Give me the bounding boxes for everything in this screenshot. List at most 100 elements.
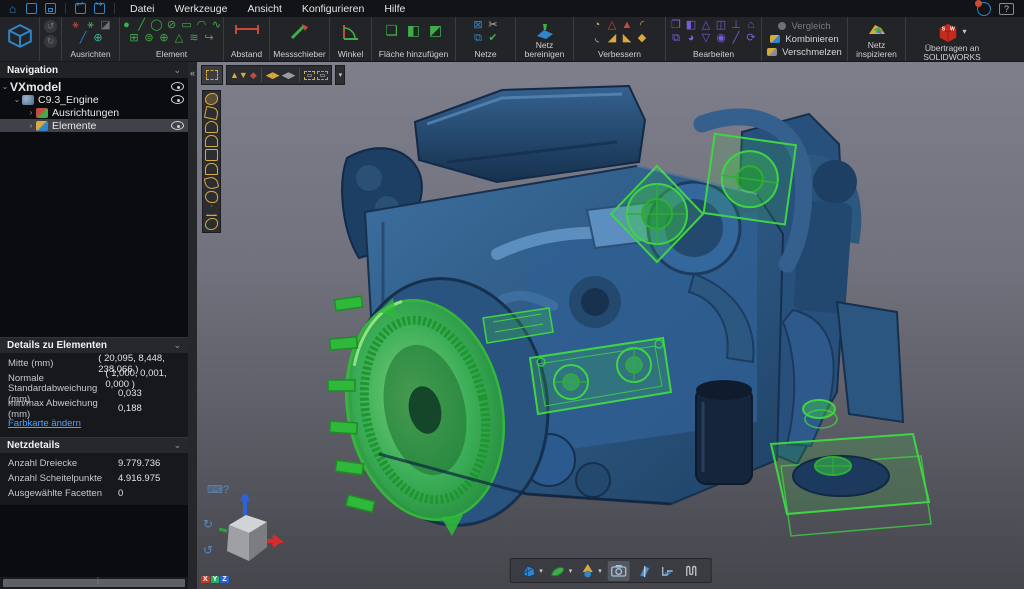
selection-options-caret[interactable]: ▾ — [335, 65, 345, 85]
selection-mode-button[interactable] — [201, 65, 223, 85]
visibility-eye-icon[interactable] — [171, 82, 184, 91]
mesh-details-header[interactable]: Netzdetails ⌄ — [0, 437, 188, 453]
improve-outliers-icon[interactable]: ▲ — [620, 19, 634, 32]
align-entity-icon[interactable]: ⊕ — [91, 32, 105, 45]
visibility-eye-icon[interactable] — [171, 121, 184, 130]
distance-ruler-icon[interactable] — [235, 25, 259, 34]
improve-smooth-icon[interactable]: ◟ — [590, 32, 604, 45]
freeform-select-tool[interactable] — [205, 93, 218, 105]
element-circle-icon[interactable]: ◯ — [150, 19, 164, 32]
element-rectangle-icon[interactable]: ▭ — [180, 19, 194, 32]
collapse-panel-icon[interactable]: « — [188, 68, 197, 78]
improve-decimate-icon[interactable]: ◢ — [605, 32, 619, 45]
align-line-icon[interactable]: ╱ — [76, 32, 90, 45]
view-cube-icon[interactable] — [7, 23, 33, 49]
circle-select-tool[interactable] — [205, 218, 218, 230]
meshdetails-collapse-icon[interactable]: ⌄ — [173, 440, 181, 451]
panel-horizontal-scrollbar[interactable] — [0, 577, 188, 589]
improve-boundary-icon[interactable]: ◜ — [635, 19, 649, 32]
edit-sculpt-icon[interactable]: ◕ — [684, 32, 698, 45]
add-surface-icon[interactable]: ❏ — [385, 24, 399, 37]
edit-remesh-icon[interactable]: ▽ — [699, 32, 713, 45]
dome-select-tool[interactable] — [205, 121, 218, 133]
mesh-delete-icon[interactable]: ⊠ — [471, 19, 485, 32]
tree-item-ausrichtungen[interactable]: › Ausrichtungen — [0, 106, 188, 119]
edit-pen-icon[interactable]: ╱ — [729, 32, 743, 45]
menu-hilfe[interactable]: Hilfe — [375, 1, 414, 17]
select-visible-icon[interactable] — [304, 71, 315, 80]
improve-refine-icon[interactable]: ◣ — [620, 32, 634, 45]
element-planes-icon[interactable]: ≋ — [187, 32, 201, 45]
inspect-mesh-icon[interactable] — [867, 22, 887, 38]
mesh-display-caret[interactable]: ▾ — [539, 567, 543, 575]
blob-select-tool[interactable] — [205, 191, 218, 203]
new-file-icon[interactable] — [23, 2, 40, 16]
navigation-collapse-icon[interactable]: ⌄ — [173, 65, 181, 76]
flip-selection-icon[interactable]: ▲▼ — [230, 71, 248, 80]
expand-icon[interactable]: ⌄ — [12, 95, 22, 104]
element-line-icon[interactable]: ╱ — [135, 19, 149, 32]
shrink-selection-icon[interactable]: ◀▶ — [282, 71, 296, 80]
element-plane-icon[interactable]: ⊞ — [127, 32, 141, 45]
cross-section-button[interactable] — [660, 563, 678, 579]
surface-display-caret[interactable]: ▾ — [569, 567, 573, 575]
element-point-icon[interactable]: ● — [120, 19, 134, 32]
edit-shell-icon[interactable]: ⌂ — [744, 19, 758, 32]
arch-select-tool[interactable] — [205, 135, 218, 147]
edit-mirror-icon[interactable]: ◫ — [714, 19, 728, 32]
invert-selection-icon[interactable]: ◆ — [250, 71, 257, 80]
improve-defeature-icon[interactable]: ◆ — [635, 32, 649, 45]
menu-konfigurieren[interactable]: Konfigurieren — [293, 1, 373, 17]
3d-viewport[interactable]: ▲▼ ◆ ◀▶ ◀▶ ▾ — [197, 62, 1024, 589]
mesh-display-button[interactable]: ▾ — [519, 563, 543, 579]
surface-display-button[interactable]: ▾ — [549, 563, 573, 579]
improve-spikes-icon[interactable]: △ — [605, 19, 619, 32]
element-cylinder-icon[interactable]: ⊜ — [142, 32, 156, 45]
mesh-copy-icon[interactable]: ⧉ — [471, 32, 485, 45]
view-navigation-cube[interactable] — [209, 489, 283, 575]
undo-icon[interactable] — [72, 2, 89, 16]
select-through-icon[interactable] — [317, 71, 328, 80]
details-collapse-icon[interactable]: ⌄ — [173, 340, 181, 351]
element-arc-icon[interactable]: ◠ — [195, 19, 209, 32]
half-dome-select-tool[interactable] — [205, 163, 218, 175]
edit-drop-icon[interactable]: ◉ — [714, 32, 728, 45]
online-services-icon[interactable] — [977, 2, 991, 16]
mesh-scissors-icon[interactable]: ✂ — [486, 19, 500, 32]
expand-icon[interactable]: › — [26, 108, 36, 117]
grow-selection-icon[interactable]: ◀▶ — [266, 71, 280, 80]
align-target-icon[interactable]: ⚹ — [84, 19, 98, 32]
edit-offset-icon[interactable]: ◧ — [684, 19, 698, 32]
element-cone-icon[interactable]: △ — [172, 32, 186, 45]
rectangle-select-tool[interactable] — [205, 149, 218, 161]
angle-icon[interactable] — [341, 22, 361, 42]
redo-icon[interactable] — [91, 2, 108, 16]
clean-mesh-icon[interactable] — [534, 22, 556, 40]
help-chat-icon[interactable]: ? — [999, 3, 1014, 15]
edit-triangle-icon[interactable]: △ — [699, 19, 713, 32]
panel-collapse-strip[interactable]: « — [188, 62, 197, 589]
solidworks-icon[interactable]: S W — [937, 22, 959, 44]
merge-item-verschmelzen[interactable]: Verschmelzen — [767, 47, 842, 58]
align-plane-icon[interactable]: ◪ — [99, 19, 113, 32]
ribbon-redo-icon[interactable]: ↻ — [44, 35, 57, 48]
edit-extend-icon[interactable]: ❐ — [669, 19, 683, 32]
element-freeform-icon[interactable]: ∿ — [210, 19, 224, 32]
edit-align-icon[interactable]: ⊥ — [729, 19, 743, 32]
element-details-header[interactable]: Details zu Elementen ⌄ — [0, 337, 188, 353]
visibility-eye-icon[interactable] — [171, 95, 184, 104]
mesh-check-icon[interactable]: ✔ — [486, 32, 500, 45]
menu-ansicht[interactable]: Ansicht — [238, 1, 290, 17]
clipping-plane-button[interactable] — [636, 563, 654, 579]
tree-item-vxmodel[interactable]: ⌄ VXmodel — [0, 80, 188, 93]
expand-icon[interactable]: › — [26, 121, 36, 130]
navigation-header[interactable]: Navigation ⌄ — [0, 62, 188, 78]
tree-item-engine[interactable]: ⌄ C9.3_Engine — [0, 93, 188, 106]
polyline-select-tool[interactable] — [204, 106, 219, 120]
engine-3d-model[interactable] — [197, 62, 1024, 589]
tree-item-elemente[interactable]: › Elemente — [0, 119, 188, 132]
element-curve-icon[interactable]: ↪ — [202, 32, 216, 45]
add-surface-patch-icon[interactable]: ◩ — [429, 24, 443, 37]
element-display-caret[interactable]: ▾ — [598, 567, 602, 575]
home-icon[interactable]: ⌂ — [4, 2, 21, 16]
